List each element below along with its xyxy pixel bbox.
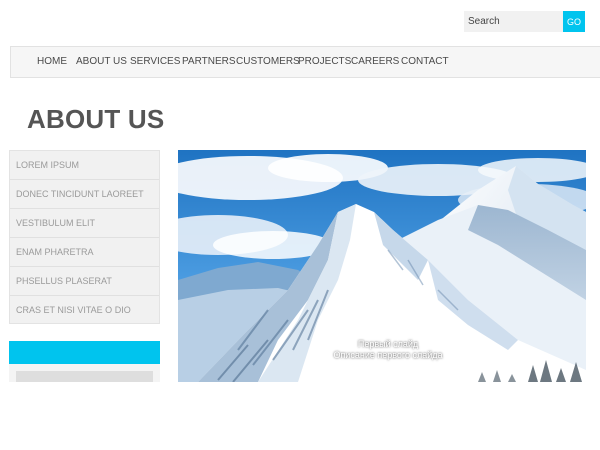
widget-placeholder <box>16 371 153 382</box>
slider-dot-3[interactable] <box>388 370 395 377</box>
main-nav: HOME ABOUT US SERVICES PARTNERS CUSTOMER… <box>10 46 600 78</box>
slider-dot-2[interactable] <box>377 370 384 377</box>
nav-item-home[interactable]: HOME <box>37 47 67 77</box>
side-menu-item[interactable]: VESTIBULUM ELIT <box>10 209 159 238</box>
search-box: GO <box>464 11 585 32</box>
side-menu-item[interactable]: LOREM IPSUM <box>10 151 159 180</box>
search-go-button[interactable]: GO <box>563 11 585 32</box>
nav-item-customers[interactable]: CUSTOMERS <box>236 47 300 77</box>
side-menu-item[interactable]: PHSELLUS PLASERAT <box>10 267 159 296</box>
slide-caption-text: Описание первого слайда <box>333 350 443 360</box>
image-slider[interactable]: Первый слайд Описание первого слайда <box>178 150 586 382</box>
nav-item-services[interactable]: SERVICES <box>130 47 180 77</box>
nav-item-about-us[interactable]: ABOUT US <box>76 47 127 77</box>
nav-item-careers[interactable]: CAREERS <box>351 47 399 77</box>
slide-caption: Первый слайд Описание первого слайда <box>328 339 448 361</box>
side-menu-item[interactable]: DONEC TINCIDUNT LAOREET <box>10 180 159 209</box>
side-menu-item[interactable]: ENAM PHARETRA <box>10 238 159 267</box>
nav-item-contact[interactable]: CONTACT <box>401 47 449 77</box>
widget-panel <box>9 364 160 382</box>
page-title: ABOUT US <box>27 104 165 134</box>
slider-pagination <box>366 370 398 378</box>
side-menu-item[interactable]: CRAS ET NISI VITAE O DIO <box>10 296 159 325</box>
search-input[interactable] <box>464 11 563 32</box>
nav-item-partners[interactable]: PARTNERS <box>182 47 236 77</box>
slider-dot-1[interactable] <box>366 370 373 377</box>
slide-caption-title: Первый слайд <box>357 339 419 349</box>
side-menu: LOREM IPSUM DONEC TINCIDUNT LAOREET VEST… <box>9 150 160 324</box>
nav-item-projects[interactable]: PROJECTS <box>298 47 351 77</box>
widget-header-bar <box>9 341 160 364</box>
